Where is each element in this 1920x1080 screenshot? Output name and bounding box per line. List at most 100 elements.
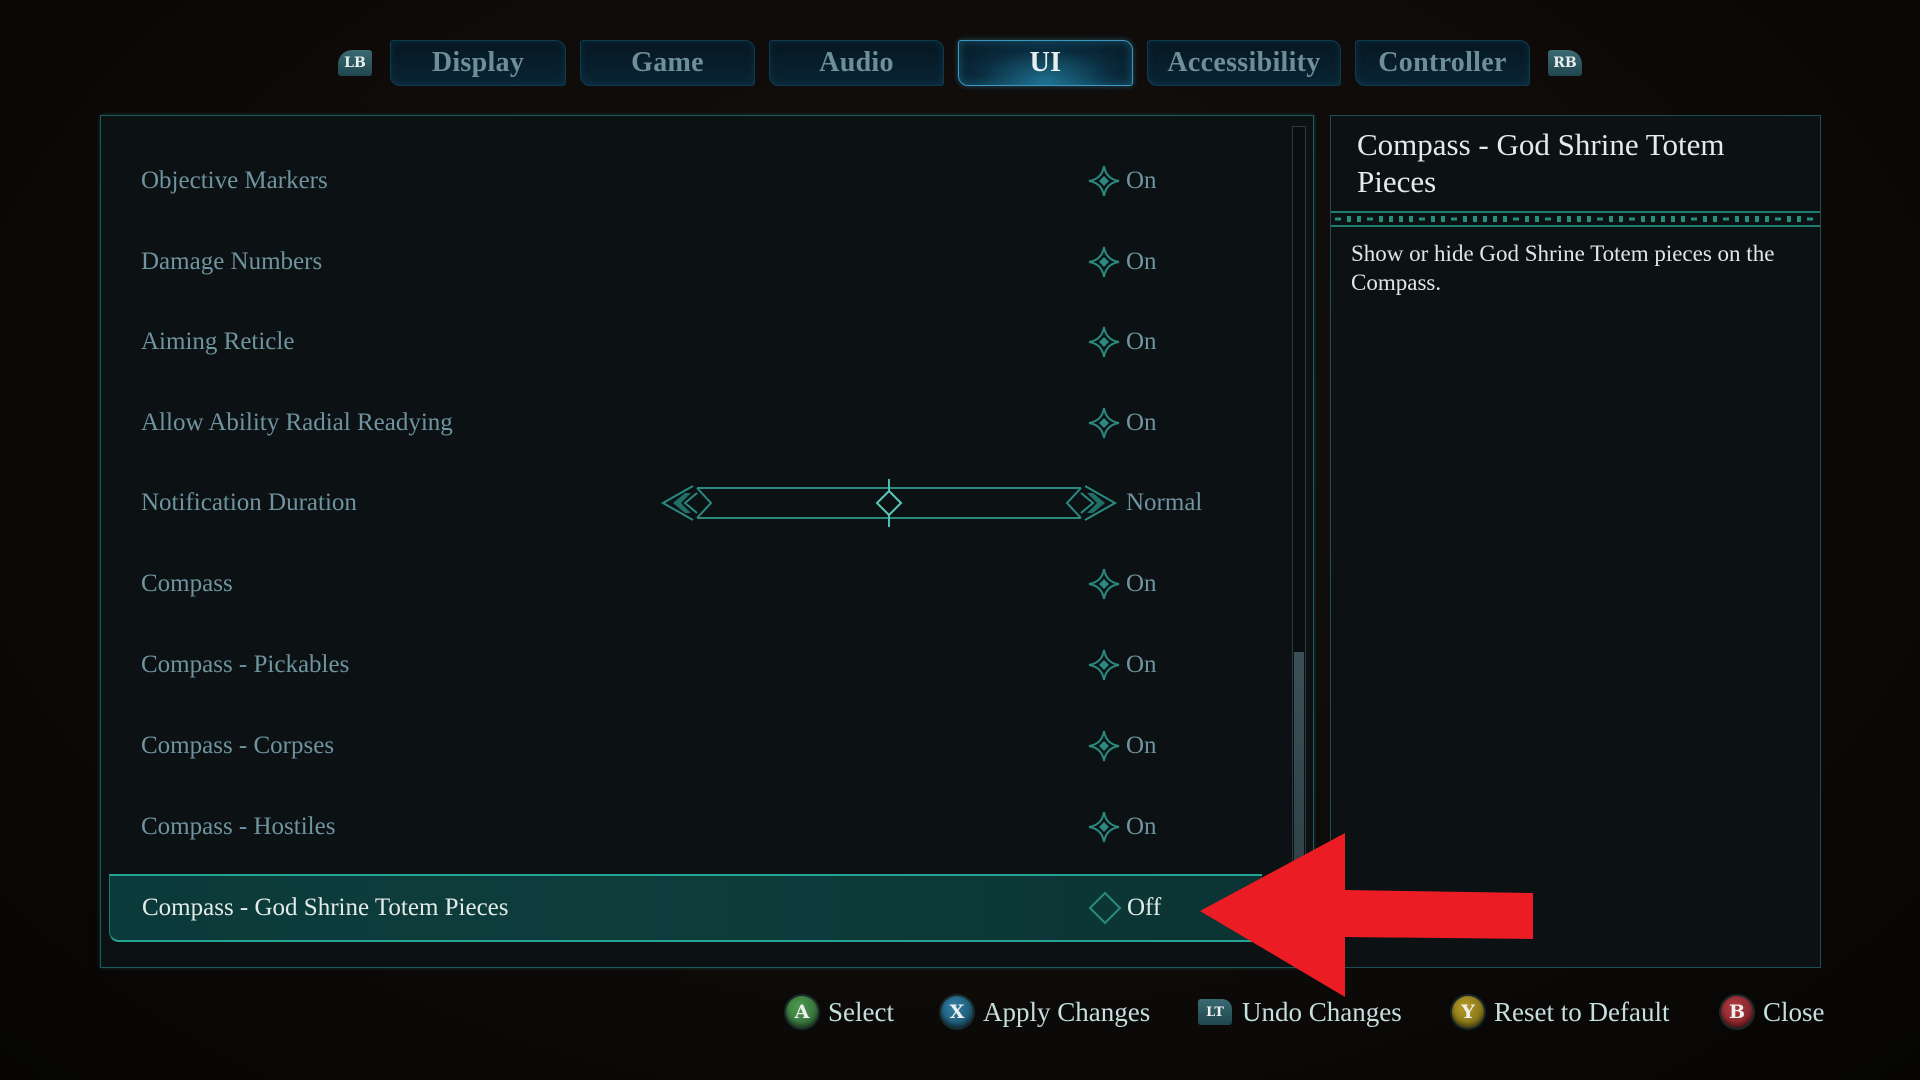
divider-dash <box>1713 216 1717 222</box>
slider-left-arrow-icon <box>660 485 698 521</box>
divider-dash <box>1473 216 1477 222</box>
description-text: Show or hide God Shrine Totem pieces on … <box>1351 241 1775 295</box>
toggle-off-diamond-icon[interactable] <box>1088 891 1122 925</box>
divider-dash <box>1483 216 1487 222</box>
divider-dash <box>1463 216 1467 222</box>
toggle-on-diamond-icon[interactable] <box>1087 164 1121 198</box>
apply-changes-hint-button[interactable]: X Apply Changes <box>941 992 1150 1032</box>
setting-value: Normal <box>1126 489 1203 516</box>
setting-row-objective-markers[interactable]: Objective Markers On <box>109 149 1261 213</box>
divider-dash <box>1641 216 1645 222</box>
slider-right-arrow-icon <box>1080 485 1118 521</box>
notification-duration-slider[interactable] <box>659 478 1119 528</box>
settings-scrollbar[interactable] <box>1292 126 1306 964</box>
setting-label: Compass - Hostiles <box>141 813 336 840</box>
y-button-icon: Y <box>1452 996 1484 1028</box>
reset-to-default-hint-button[interactable]: Y Reset to Default <box>1452 992 1669 1032</box>
setting-row-notification-duration[interactable]: Notification Duration Normal <box>109 471 1261 535</box>
setting-row-compass-corpses[interactable]: Compass - Corpses On <box>109 714 1261 778</box>
setting-row-compass[interactable]: Compass On <box>109 552 1261 616</box>
divider-dash <box>1513 217 1519 221</box>
divider-dash <box>1389 216 1393 222</box>
setting-value: On <box>1126 328 1157 355</box>
tab-controller[interactable]: Controller <box>1355 40 1530 86</box>
toggle-on-diamond-icon[interactable] <box>1087 245 1121 279</box>
toggle-on-diamond-icon[interactable] <box>1087 729 1121 763</box>
settings-tab-bar: LB Display Game Audio UI Accessibility C… <box>0 40 1920 86</box>
divider-dash <box>1629 217 1635 221</box>
b-button-icon: B <box>1721 996 1753 1028</box>
divider-dash <box>1441 216 1445 222</box>
divider-dash <box>1691 217 1697 221</box>
settings-list-panel: Objective Markers On Damage Numbers On A… <box>100 115 1314 968</box>
setting-row-aiming-reticle[interactable]: Aiming Reticle On <box>109 310 1261 374</box>
scrollbar-thumb[interactable] <box>1294 652 1304 961</box>
divider-dash <box>1379 216 1383 222</box>
close-hint-button[interactable]: B Close <box>1721 992 1825 1032</box>
button-hint-bar: A Select X Apply Changes LT Undo Changes… <box>0 992 1920 1032</box>
divider-dash <box>1409 216 1413 222</box>
setting-label: Compass - God Shrine Totem Pieces <box>142 894 509 921</box>
tab-accessibility[interactable]: Accessibility <box>1147 40 1341 86</box>
divider-dash <box>1451 217 1457 221</box>
setting-description-panel: Compass - God Shrine Totem Pieces Show o… <box>1330 115 1821 968</box>
tab-display[interactable]: Display <box>390 40 566 86</box>
divider-dash <box>1419 217 1425 221</box>
divider-dash <box>1723 217 1729 221</box>
setting-row-compass-pickables[interactable]: Compass - Pickables On <box>109 633 1261 697</box>
divider-dash <box>1735 216 1739 222</box>
divider-dash <box>1681 216 1685 222</box>
divider-dash <box>1399 216 1403 222</box>
divider-dash <box>1431 216 1435 222</box>
divider-dash <box>1787 216 1791 222</box>
setting-label: Allow Ability Radial Readying <box>141 409 453 436</box>
divider-dash <box>1703 216 1707 222</box>
setting-value: On <box>1126 248 1157 275</box>
ornamental-divider <box>1331 211 1820 227</box>
toggle-on-diamond-icon[interactable] <box>1087 648 1121 682</box>
toggle-on-diamond-icon[interactable] <box>1087 810 1121 844</box>
divider-dash <box>1807 217 1813 221</box>
toggle-on-diamond-icon[interactable] <box>1087 406 1121 440</box>
lb-bumper-icon[interactable]: LB <box>338 50 372 76</box>
setting-row-compass-hostiles[interactable]: Compass - Hostiles On <box>109 795 1261 859</box>
divider-dash <box>1577 216 1581 222</box>
toggle-on-diamond-icon[interactable] <box>1087 325 1121 359</box>
divider-dash <box>1493 216 1497 222</box>
divider-dash <box>1765 216 1769 222</box>
description-title: Compass - God Shrine Totem Pieces <box>1357 127 1725 199</box>
setting-value: On <box>1126 570 1157 597</box>
rb-bumper-icon[interactable]: RB <box>1548 50 1582 76</box>
divider-dash <box>1597 217 1603 221</box>
divider-dash <box>1335 217 1341 221</box>
select-hint-button[interactable]: A Select <box>786 992 894 1032</box>
setting-row-compass-god-shrine-totem-pieces[interactable]: Compass - God Shrine Totem Pieces Off <box>109 874 1262 942</box>
divider-dash <box>1347 216 1351 222</box>
divider-dash <box>1557 216 1561 222</box>
divider-dash <box>1745 216 1749 222</box>
setting-label: Compass <box>141 570 233 597</box>
hint-label: Undo Changes <box>1242 996 1402 1027</box>
tab-game[interactable]: Game <box>580 40 755 86</box>
lt-trigger-icon: LT <box>1198 999 1232 1025</box>
divider-dash <box>1567 216 1571 222</box>
tab-ui[interactable]: UI <box>958 40 1133 86</box>
divider-dash <box>1797 216 1801 222</box>
hint-label: Apply Changes <box>983 996 1151 1027</box>
divider-dash <box>1651 216 1655 222</box>
setting-label: Aiming Reticle <box>141 328 295 355</box>
setting-row-damage-numbers[interactable]: Damage Numbers On <box>109 230 1261 294</box>
undo-changes-hint-button[interactable]: LT Undo Changes <box>1198 992 1402 1032</box>
x-button-icon: X <box>941 996 973 1028</box>
divider-dash <box>1671 216 1675 222</box>
tab-audio[interactable]: Audio <box>769 40 944 86</box>
divider-dash <box>1587 216 1591 222</box>
setting-label: Notification Duration <box>141 489 357 516</box>
divider-dash <box>1545 217 1551 221</box>
toggle-on-diamond-icon[interactable] <box>1087 567 1121 601</box>
hint-label: Close <box>1763 996 1825 1027</box>
setting-row-allow-ability-radial-readying[interactable]: Allow Ability Radial Readying On <box>109 391 1261 455</box>
setting-value: On <box>1126 651 1157 678</box>
divider-dash <box>1609 216 1613 222</box>
divider-dash <box>1525 216 1529 222</box>
